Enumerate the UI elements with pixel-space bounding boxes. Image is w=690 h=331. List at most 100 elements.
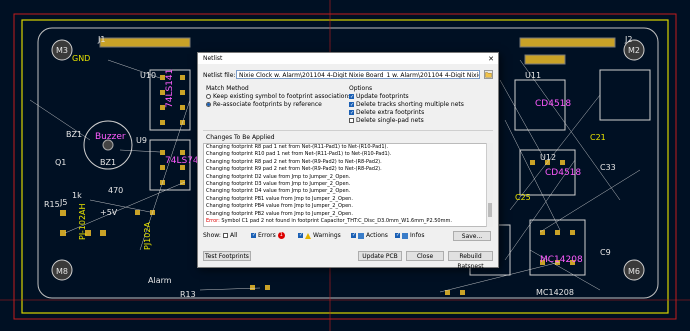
delete-single-pad-nets-label: Delete single-pad nets [356, 117, 424, 124]
svg-text:470: 470 [108, 186, 123, 195]
save-button[interactable]: Save... [453, 231, 491, 241]
svg-text:C33: C33 [600, 163, 616, 172]
checkbox-checked-icon[interactable] [351, 232, 356, 238]
svg-text:C25: C25 [515, 193, 531, 202]
show-warnings-label: Warnings [313, 232, 341, 239]
close-icon[interactable]: ✕ [488, 54, 494, 65]
svg-text:+5V: +5V [100, 208, 118, 217]
svg-text:M2: M2 [628, 46, 640, 55]
options-group: Options Update footprints Delete tracks … [349, 85, 489, 125]
svg-text:1k: 1k [72, 191, 82, 200]
svg-text:Alarm: Alarm [148, 276, 172, 285]
delete-single-pad-nets-option[interactable]: Delete single-pad nets [349, 117, 489, 125]
svg-text:MC14208: MC14208 [540, 255, 583, 265]
error-label: Error: [206, 218, 220, 225]
svg-text:74LS141: 74LS141 [165, 69, 175, 108]
log-line: Changing footprint D4 value from Jmp to … [206, 188, 351, 195]
update-footprints-label: Update footprints [356, 93, 409, 100]
show-actions-label: Actions [366, 232, 388, 239]
log-line: Changing footprint PB1 value from Jmp to… [206, 195, 353, 202]
checkbox-checked-icon[interactable] [349, 101, 354, 109]
show-infos-toggle[interactable]: Infos [395, 232, 424, 239]
netlist-file-input[interactable]: Nixie Clock w. Alarm\201104 4-Digit Nixi… [236, 70, 480, 79]
options-title: Options [349, 85, 373, 92]
match-method-group: Match Method Keep existing symbol to foo… [206, 85, 351, 109]
error-count-badge: 1 [277, 232, 285, 239]
divider [203, 130, 493, 131]
delete-tracks-option[interactable]: Delete tracks shorting multiple nets [349, 101, 489, 109]
svg-text:J2: J2 [624, 35, 632, 44]
action-icon [358, 232, 364, 239]
netlist-file-label: Netlist file: [203, 72, 236, 79]
warning-icon [305, 232, 311, 239]
log-scrollbar[interactable] [486, 143, 493, 227]
checkbox-icon[interactable] [349, 118, 354, 123]
test-footprints-button[interactable]: Test Footprints [203, 251, 251, 261]
delete-extra-footprints-option[interactable]: Delete extra footprints [349, 109, 489, 117]
match-keep-label: Keep existing symbol to footprint associ… [213, 93, 352, 100]
match-keep-option[interactable]: Keep existing symbol to footprint associ… [206, 93, 351, 101]
svg-text:PJ-102AH: PJ-102AH [78, 203, 87, 240]
dialog-titlebar[interactable]: Netlist ✕ [198, 53, 498, 64]
radio-icon[interactable] [206, 94, 211, 99]
rebuild-ratsnest-button[interactable]: Rebuild Ratsnest [448, 251, 493, 270]
delete-tracks-label: Delete tracks shorting multiple nets [356, 101, 464, 108]
changes-log[interactable]: Changing footprint R8 pad 1 net from Net… [203, 143, 488, 227]
svg-text:C9: C9 [600, 248, 611, 257]
delete-extra-footprints-label: Delete extra footprints [356, 109, 425, 116]
svg-text:BZ1: BZ1 [100, 158, 116, 167]
log-line: Changing footprint R8 pad 2 net from Net… [206, 158, 382, 165]
show-errors-label: Errors [258, 232, 276, 239]
svg-text:M6: M6 [628, 267, 640, 276]
show-label: Show: [203, 232, 221, 239]
checkbox-checked-icon[interactable] [298, 232, 303, 238]
update-pcb-button[interactable]: Update PCB [358, 251, 402, 261]
checkbox-checked-icon[interactable] [349, 109, 354, 117]
svg-text:U12: U12 [540, 153, 556, 162]
checkbox-checked-icon[interactable] [349, 93, 354, 101]
folder-icon[interactable] [484, 70, 493, 79]
show-all-label: All [230, 232, 238, 239]
scroll-thumb[interactable] [488, 203, 492, 217]
show-infos-label: Infos [410, 232, 425, 239]
checkbox-checked-icon[interactable] [251, 232, 256, 238]
netlist-dialog: Netlist ✕ Netlist file: Nixie Clock w. A… [197, 52, 499, 270]
show-warnings-toggle[interactable]: Warnings [298, 232, 341, 239]
update-footprints-option[interactable]: Update footprints [349, 93, 489, 101]
pcb-label-m3: M3 [56, 46, 68, 55]
svg-text:J1: J1 [97, 35, 105, 44]
log-line: Changing footprint R10 pad 1 net from Ne… [206, 151, 392, 158]
svg-text:CD4518: CD4518 [535, 99, 571, 109]
show-filter-row: Show: All Errors 1 Warnings Actions Info… [203, 231, 493, 241]
svg-text:BZ1: BZ1 [66, 130, 82, 139]
dialog-title: Netlist [203, 55, 223, 62]
log-line: Changing footprint D2 value from Jmp to … [206, 173, 351, 180]
error-text: Symbol C1 pad 2 not found in footprint C… [221, 218, 452, 225]
checkbox-checked-icon[interactable] [395, 232, 400, 238]
checkbox-icon[interactable] [223, 233, 228, 238]
log-line: Changing footprint PB4 value from Jmp to… [206, 203, 353, 210]
show-errors-toggle[interactable]: Errors 1 [251, 232, 287, 239]
svg-text:MC14208: MC14208 [536, 288, 574, 297]
log-error-line: Error: Symbol C1 pad 2 not found in foot… [206, 218, 487, 225]
svg-text:J5: J5 [59, 198, 67, 207]
svg-text:C21: C21 [590, 133, 606, 142]
show-all-toggle[interactable]: All [223, 232, 237, 239]
match-method-title: Match Method [206, 85, 249, 92]
log-line: Changing footprint PB2 value from Jmp to… [206, 210, 353, 217]
svg-text:R13: R13 [180, 290, 196, 299]
close-button[interactable]: Close [406, 251, 444, 261]
svg-text:CD4518: CD4518 [545, 168, 581, 178]
svg-text:R15: R15 [44, 200, 60, 209]
svg-text:Q1: Q1 [55, 158, 66, 167]
changes-title: Changes To Be Applied [206, 134, 275, 141]
match-reassociate-option[interactable]: Re-associate footprints by reference [206, 101, 346, 109]
svg-text:U9: U9 [136, 136, 147, 145]
radio-selected-icon[interactable] [206, 102, 211, 107]
svg-text:74LS74: 74LS74 [165, 156, 199, 166]
log-line: Changing footprint D3 value from Jmp to … [206, 181, 351, 188]
log-line: Changing footprint R9 pad 2 net from Net… [206, 166, 382, 173]
show-actions-toggle[interactable]: Actions [351, 232, 388, 239]
match-reassociate-label: Re-associate footprints by reference [213, 101, 322, 108]
svg-text:U11: U11 [525, 71, 541, 80]
